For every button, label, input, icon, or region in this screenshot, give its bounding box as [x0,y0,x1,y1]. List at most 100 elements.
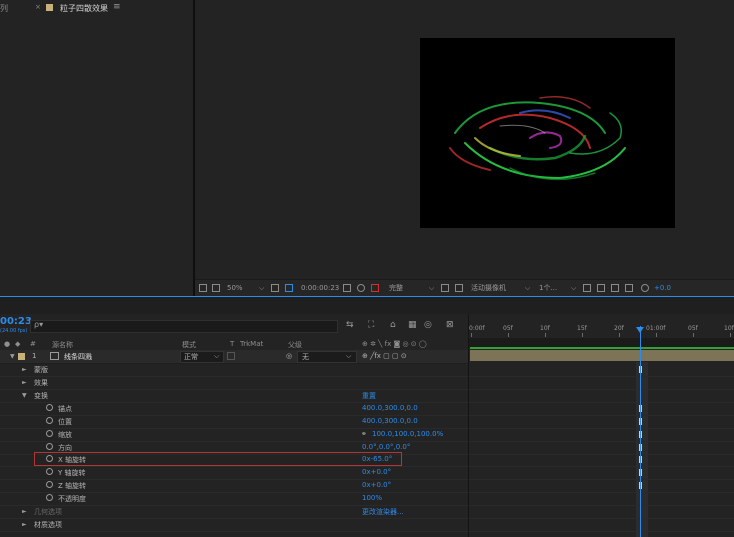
fit-icon[interactable] [271,284,279,292]
show-snapshot-icon[interactable] [357,284,365,292]
camera-select[interactable]: 活动摄像机 [471,283,506,294]
region-icon[interactable] [285,284,293,292]
resolution-chevron-icon[interactable]: ⌵ [429,283,434,294]
layer-search-input[interactable] [30,320,338,333]
roi-icon[interactable] [441,284,449,292]
collapse-arrow-icon[interactable]: ▼ [22,392,27,399]
composition-frame[interactable] [420,38,675,228]
exposure-value[interactable]: +0.0 [654,283,671,294]
graph-editor-icon[interactable]: ⊠ [446,320,454,330]
playhead-line[interactable] [640,326,641,537]
property-value[interactable]: 0.0°,0.0°,0.0° [362,443,410,451]
stopwatch-icon[interactable] [46,404,53,411]
property-value[interactable]: 0x+0.0° [362,468,391,476]
ruler-label: 20f [614,325,624,332]
flowchart-icon[interactable] [625,284,633,292]
property-row-position[interactable]: 位置 400.0,300.0,0.0 [0,415,468,429]
switches-column-icons[interactable]: ⊕ ✲ ╲ fx ◙ ◎ ⊙ ◯ [362,340,427,348]
frame-blend-icon[interactable]: ▦ [408,320,417,330]
timeline-timecode[interactable]: 00:23 [0,316,32,327]
stopwatch-icon[interactable] [46,494,53,501]
constrain-link-icon[interactable]: ⚭ [361,430,367,438]
property-row-opacity[interactable]: 不透明度 100% [0,492,468,506]
property-row-masks[interactable]: ► 蒙版 [0,363,468,377]
label-column-icon[interactable]: ◆ [15,340,20,348]
zoom-select[interactable]: 50% [227,283,243,294]
color-channel-icon[interactable] [371,284,379,292]
property-row-anchor[interactable]: 锚点 400.0,300.0,0.0 [0,402,468,416]
column-number[interactable]: # [30,340,36,348]
camera-snapshot-icon[interactable] [343,284,351,292]
layer-duration-bar[interactable] [470,350,734,361]
stopwatch-icon[interactable] [46,481,53,488]
stopwatch-icon[interactable] [46,430,53,437]
layer-expand-icon[interactable]: ▼ [10,353,15,360]
layer-label-swatch[interactable] [18,353,25,360]
expand-arrow-icon[interactable]: ► [22,508,27,515]
stopwatch-icon[interactable] [46,443,53,450]
motion-blur-icon[interactable]: ◎ [424,320,432,330]
property-row-z-rotation[interactable]: Z 轴旋转 0x+0.0° [0,479,468,493]
property-value[interactable]: 400.0,300.0,0.0 [362,404,418,412]
draft-3d-icon[interactable]: ⛶ [368,320,374,330]
property-row-scale[interactable]: 缩放 ⚭ 100.0,100.0,100.0% [0,428,468,442]
property-value[interactable]: 0x+0.0° [362,481,391,489]
property-value[interactable]: 100.0,100.0,100.0% [372,430,443,438]
layer-row[interactable]: ▼ 1 线条四溅 正常 ⌵ ◎ 无 ⌵ ⊕ ╱fx ▢ ▢ ⊙ [0,350,468,364]
av-column-icon[interactable]: ● [4,340,10,348]
transparency-grid-icon[interactable] [455,284,463,292]
parent-chevron-icon[interactable]: ⌵ [346,352,351,361]
tab-menu-icon[interactable]: ≡ [113,2,121,12]
column-mode[interactable]: 模式 [182,340,196,350]
render-icon[interactable] [583,284,591,292]
viewer-timecode[interactable]: 0:00:00:23 [301,283,339,294]
column-t[interactable]: T [230,340,234,348]
zoom-chevron-icon[interactable]: ⌵ [259,283,264,294]
tab-close-icon[interactable]: × [35,3,41,11]
property-value[interactable]: 100% [362,494,382,502]
search-icon[interactable]: ρ▾ [34,320,43,329]
tab-queue-label[interactable]: 列 [0,3,8,14]
property-label: 效果 [34,379,48,387]
property-row-y-rotation[interactable]: Y 轴旋转 0x+0.0° [0,466,468,480]
parent-value: 无 [302,353,309,361]
property-row-transform[interactable]: ▼ 变换 重置 [0,389,468,403]
viewer-toolbar: 50% ⌵ 0:00:00:23 完整 ⌵ 活动摄像机 ⌵ 1个... ⌵ +0… [195,279,734,297]
property-label: 位置 [58,418,72,426]
views-chevron-icon[interactable]: ⌵ [571,283,576,294]
stopwatch-icon[interactable] [46,417,53,424]
property-row-effects[interactable]: ► 效果 [0,376,468,390]
property-value[interactable]: 400.0,300.0,0.0 [362,417,418,425]
playhead-handle[interactable] [636,327,644,333]
tab-composition[interactable]: 粒子四散效果 [60,3,108,14]
layer-switches-icons[interactable]: ⊕ ╱fx ▢ ▢ ⊙ [362,352,407,360]
pickwhip-icon[interactable]: ◎ [286,352,292,360]
comp-flow-icon[interactable]: ⇆ [346,320,354,330]
camera-chevron-icon[interactable]: ⌵ [525,283,530,294]
layer-name[interactable]: 线条四溅 [64,352,92,362]
exposure-icon[interactable] [641,284,649,292]
expand-arrow-icon[interactable]: ► [22,379,27,386]
transform-reset-link[interactable]: 重置 [362,391,376,401]
stopwatch-icon[interactable] [46,468,53,475]
property-row-geometry[interactable]: ► 几何选项 更改渲染器... [0,505,468,519]
column-source-name[interactable]: 源名称 [52,340,73,350]
preserve-transparency-checkbox[interactable] [227,352,235,360]
expand-arrow-icon[interactable]: ► [22,366,27,373]
timeline-icon[interactable] [611,284,619,292]
change-renderer-link[interactable]: 更改渲染器... [362,507,404,517]
shy-icon[interactable]: ⌂ [390,320,396,330]
timeline-row [469,492,734,506]
expand-arrow-icon[interactable]: ► [22,521,27,528]
highlight-box [34,452,402,466]
timeline-row [469,415,734,429]
column-parent[interactable]: 父级 [288,340,302,350]
property-row-material[interactable]: ► 材质选项 [0,518,468,532]
export-frame-icon[interactable] [597,284,605,292]
resolution-select[interactable]: 完整 [389,283,403,294]
column-trkmat[interactable]: TrkMat [240,340,263,348]
mode-chevron-icon[interactable]: ⌵ [214,352,219,361]
monitor-icon[interactable] [212,284,220,292]
magnify-icon[interactable] [199,284,207,292]
views-select[interactable]: 1个... [539,283,557,294]
